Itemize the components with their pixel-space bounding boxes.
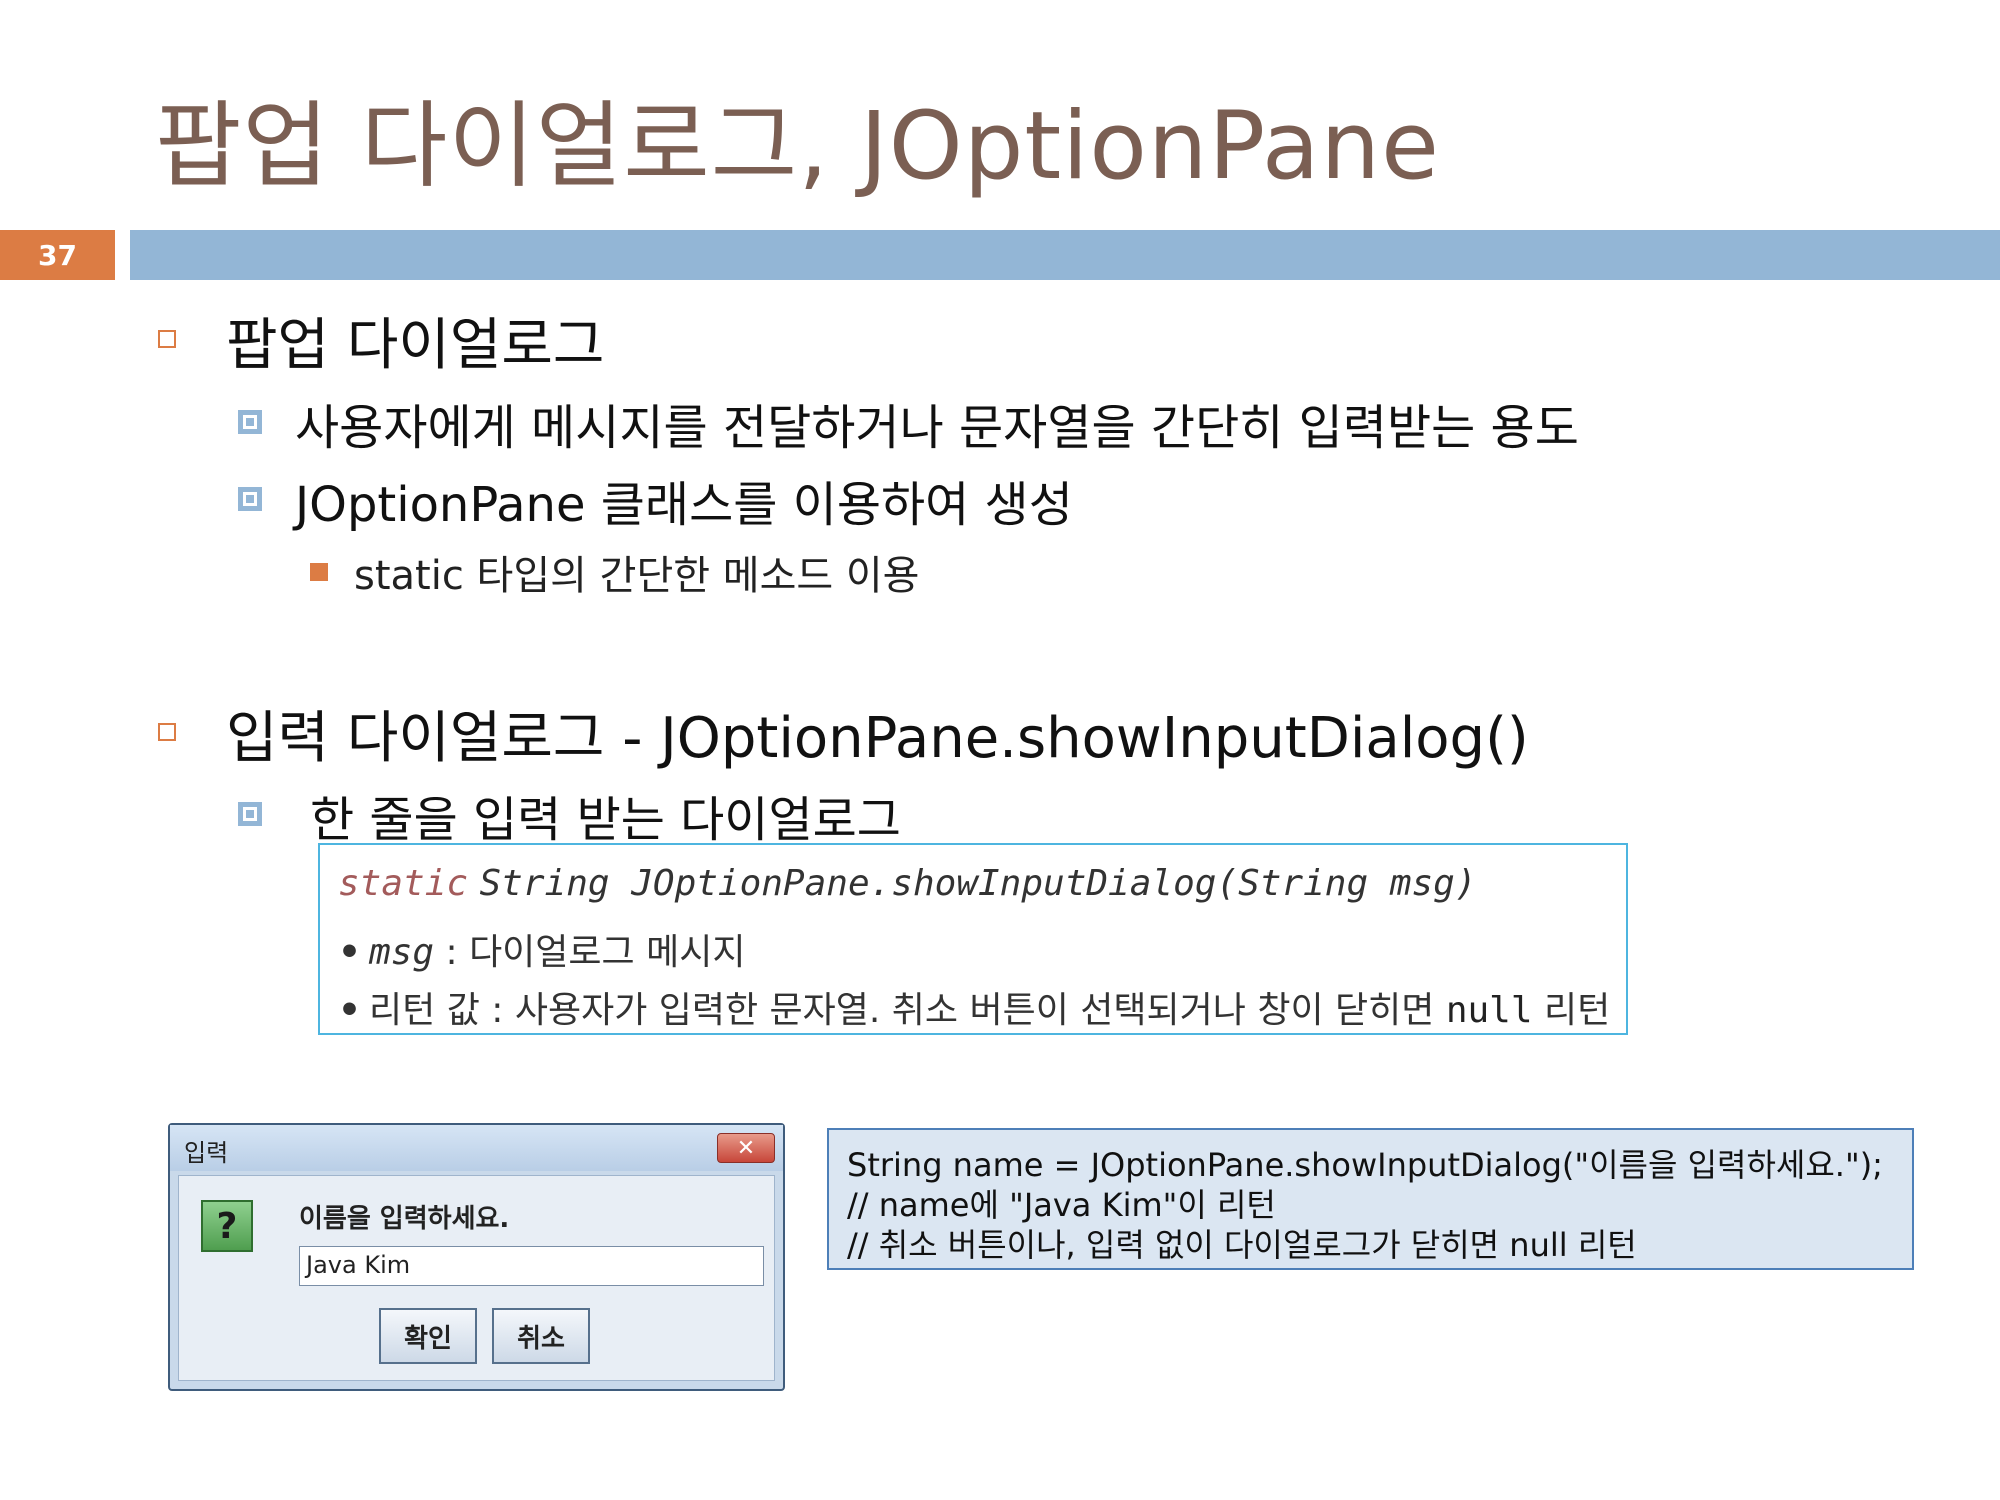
- static-keyword: static: [338, 863, 469, 904]
- input-dialog: 입력 ✕ ? 이름을 입력하세요. Java Kim 확인 취소: [168, 1123, 785, 1391]
- square-bullet-icon: [238, 802, 262, 826]
- question-icon: ?: [201, 1200, 253, 1252]
- name-input[interactable]: Java Kim: [299, 1246, 764, 1286]
- code-line-3: // 취소 버튼이나, 입력 없이 다이얼로그가 닫히면 null 리턴: [847, 1226, 1637, 1264]
- param-description: 다이얼로그 메시지: [469, 932, 746, 973]
- square-bullet-icon: [238, 487, 262, 511]
- bullet-dot: •: [338, 990, 362, 1031]
- dialog-title-bar[interactable]: 입력 ✕: [170, 1125, 783, 1171]
- return-suffix: 리턴: [1532, 990, 1611, 1031]
- slide-title: 팝업 다이얼로그, JOptionPane: [155, 92, 1440, 201]
- param-name: msg: [369, 932, 435, 973]
- close-icon: ✕: [736, 1135, 756, 1161]
- cancel-button[interactable]: 취소: [492, 1308, 590, 1364]
- param-line: • msg : 다이얼로그 메시지: [338, 923, 745, 975]
- method-signature-box: static String JOptionPane.showInputDialo…: [318, 843, 1628, 1035]
- section2-heading: 입력 다이얼로그 - JOptionPane.showInputDialog(): [226, 706, 1529, 771]
- page-number: 37: [0, 230, 115, 280]
- dialog-body: ? 이름을 입력하세요. Java Kim 확인 취소: [178, 1175, 775, 1381]
- hollow-square-bullet-icon: [158, 723, 176, 741]
- return-null: null: [1445, 990, 1533, 1031]
- return-description: 리턴 값 : 사용자가 입력한 문자열. 취소 버튼이 선택되거나 창이 닫히면: [369, 990, 1446, 1031]
- header-bar: [130, 230, 2000, 280]
- param-separator: :: [434, 932, 470, 973]
- hollow-square-bullet-icon: [158, 330, 176, 348]
- section2-sub1-text: 한 줄을 입력 받는 다이얼로그: [310, 792, 901, 848]
- signature-line: static String JOptionPane.showInputDialo…: [338, 863, 1477, 904]
- square-bullet-icon: [238, 410, 262, 434]
- return-line: • 리턴 값 : 사용자가 입력한 문자열. 취소 버튼이 선택되거나 창이 닫히…: [338, 981, 1610, 1033]
- signature-text: String JOptionPane.showInputDialog(Strin…: [479, 863, 1477, 904]
- ok-button[interactable]: 확인: [379, 1308, 477, 1364]
- section1-detail-text: static 타입의 간단한 메소드 이용: [354, 553, 920, 599]
- section1-sub1-text: 사용자에게 메시지를 전달하거나 문자열을 간단히 입력받는 용도: [295, 400, 1579, 456]
- filled-square-bullet-icon: [310, 563, 328, 581]
- section1-heading: 팝업 다이얼로그: [226, 313, 605, 378]
- close-button[interactable]: ✕: [717, 1133, 775, 1163]
- bullet-dot: •: [338, 932, 362, 973]
- dialog-title: 입력: [184, 1139, 229, 1167]
- dialog-message: 이름을 입력하세요.: [299, 1204, 510, 1234]
- section1-sub2-text: JOptionPane 클래스를 이용하여 생성: [295, 477, 1073, 533]
- code-example-box: String name = JOptionPane.showInputDialo…: [827, 1128, 1914, 1270]
